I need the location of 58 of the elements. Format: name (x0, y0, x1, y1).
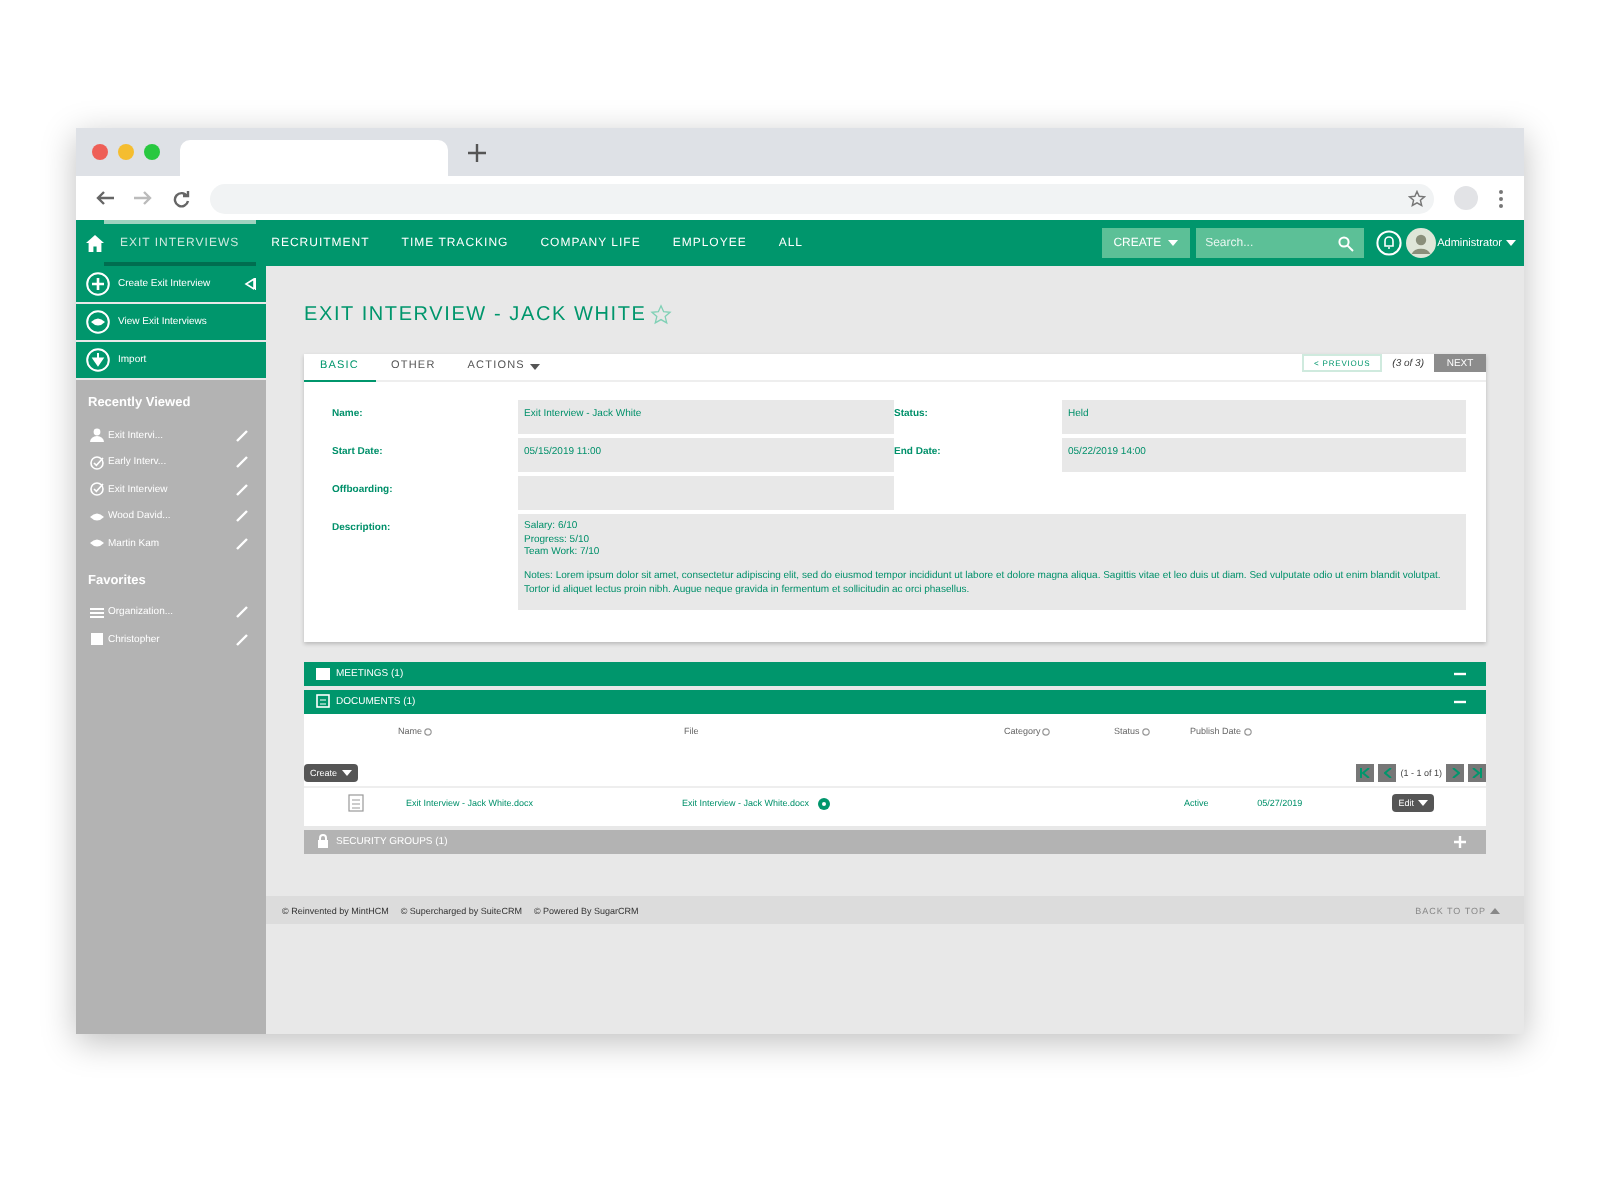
notification-bell-icon[interactable] (1375, 230, 1402, 256)
pencil-icon[interactable] (236, 429, 248, 442)
pencil-icon[interactable] (236, 606, 248, 619)
pencil-icon[interactable] (236, 537, 248, 550)
list-icon (90, 605, 104, 620)
close-window-icon[interactable] (92, 144, 108, 160)
eye-icon[interactable] (817, 797, 830, 809)
pencil-icon[interactable] (236, 483, 248, 496)
page-title: EXIT INTERVIEW - JACK WHITE (304, 304, 647, 326)
document-icon (316, 694, 330, 708)
reload-icon[interactable] (172, 189, 190, 207)
calendar-icon (316, 666, 330, 680)
home-icon[interactable] (86, 234, 104, 252)
circle-icon (86, 272, 110, 296)
first-page-button[interactable] (1356, 764, 1375, 782)
caret-icon (1167, 240, 1178, 246)
previous-page-button[interactable] (1378, 764, 1397, 782)
sort-icon (1243, 727, 1252, 735)
pencil-icon[interactable] (236, 510, 248, 523)
minimize-window-icon[interactable] (118, 144, 134, 160)
last-page-button[interactable] (1468, 764, 1486, 782)
profile-icon[interactable] (1454, 186, 1478, 210)
collapse-sidebar-icon[interactable] (244, 278, 256, 290)
sort-icon (1141, 727, 1150, 735)
lock-icon (316, 834, 330, 848)
favorite-star-icon[interactable] (650, 304, 673, 326)
check-circle-icon (90, 482, 104, 497)
card-icon (90, 632, 104, 647)
last-page-icon (1472, 768, 1482, 778)
person-icon (90, 428, 104, 443)
check-circle-icon (90, 455, 104, 470)
search-icon[interactable] (1337, 235, 1354, 251)
bookmark-star-icon[interactable] (1408, 189, 1426, 207)
circle-icon (86, 310, 110, 334)
sort-icon (424, 727, 433, 735)
caret-icon (1418, 800, 1428, 806)
document-icon (348, 794, 364, 812)
plus-icon[interactable] (1454, 835, 1466, 847)
minus-icon[interactable] (1454, 695, 1466, 707)
caret-icon (1506, 240, 1516, 246)
pencil-icon[interactable] (236, 633, 248, 646)
caret-icon (341, 770, 352, 776)
maximize-window-icon[interactable] (144, 144, 160, 160)
back-icon[interactable] (96, 190, 114, 206)
avatar-icon[interactable] (1405, 228, 1436, 258)
chevron-left-icon (1383, 768, 1392, 778)
chevron-right-icon (1451, 768, 1459, 778)
pencil-icon[interactable] (236, 456, 248, 469)
caret-up-icon (1490, 907, 1500, 913)
minus-icon[interactable] (1454, 667, 1466, 679)
caret-icon (530, 364, 541, 370)
next-page-button[interactable] (1446, 764, 1464, 782)
sort-icon (1042, 727, 1051, 735)
first-page-icon (1360, 768, 1371, 778)
circle-icon (86, 348, 110, 372)
more-menu-icon[interactable] (1498, 189, 1504, 207)
forward-icon[interactable] (134, 190, 152, 206)
new-tab-icon[interactable] (468, 143, 486, 161)
